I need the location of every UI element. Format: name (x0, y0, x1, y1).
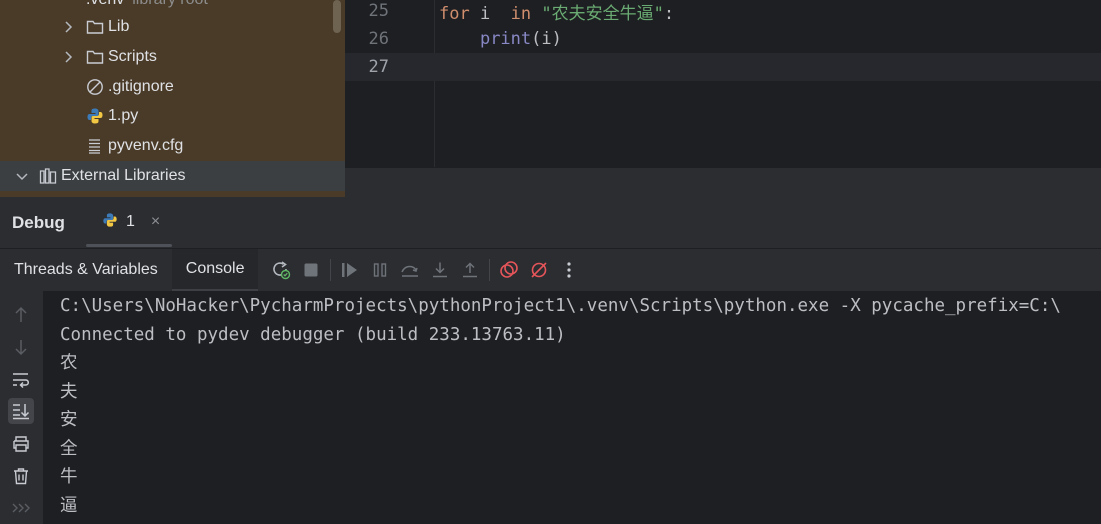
code-line-26[interactable]: 26 print(i) (345, 25, 1101, 53)
toolbar-separator (489, 259, 491, 281)
tab-console[interactable]: Console (171, 249, 259, 291)
run-tab-label: 1 (126, 213, 135, 230)
pause-icon[interactable] (365, 255, 395, 285)
tree-item-label: 1.py (108, 107, 139, 124)
tree-item-gitignore[interactable]: .gitignore (86, 72, 174, 102)
tree-item-scripts[interactable]: Scripts (60, 42, 157, 72)
console-line: 牛 (60, 467, 78, 487)
console-line: 夫 (60, 382, 78, 402)
line-number: 27 (368, 57, 389, 77)
trash-icon[interactable] (8, 463, 34, 489)
ignore-file-icon (86, 78, 108, 96)
line-number: 26 (368, 29, 389, 49)
tree-item-label: .gitignore (108, 78, 174, 95)
step-over-icon[interactable] (395, 255, 425, 285)
stop-icon[interactable] (296, 255, 326, 285)
tree-item-external-libraries[interactable]: External Libraries (0, 161, 345, 191)
console-line: 安 (60, 410, 78, 430)
code-editor[interactable]: 25 for i in "农夫安全牛逼": 26 print(i) 27 (345, 0, 1101, 197)
resume-icon[interactable] (335, 255, 365, 285)
debug-tool-window-header: Debug 1 × (0, 197, 1101, 249)
arrow-up-icon[interactable] (8, 302, 34, 328)
console-output[interactable]: C:\Users\NoHacker\PycharmProjects\python… (44, 291, 1101, 524)
venv-label: .venv (86, 0, 124, 9)
print-icon[interactable] (8, 431, 34, 457)
line-number: 25 (368, 1, 389, 21)
tree-item-label: External Libraries (61, 167, 186, 184)
python-icon (102, 212, 118, 233)
folder-icon (86, 18, 108, 36)
mute-breakpoints-icon[interactable] (524, 255, 554, 285)
soft-wrap-icon[interactable] (8, 367, 34, 393)
tree-scrollbar[interactable] (333, 0, 341, 33)
debug-title: Debug (12, 213, 65, 232)
toolbar-separator (330, 259, 332, 281)
editor-breadcrumb-bar (345, 167, 1101, 197)
code-text: print(i) (479, 29, 562, 49)
chevron-right-icon[interactable] (60, 51, 76, 63)
tree-item-pyvenv-cfg[interactable]: pyvenv.cfg (86, 131, 183, 161)
step-out-icon[interactable] (455, 255, 485, 285)
chevron-right-icon[interactable] (60, 21, 76, 33)
tree-item-label: pyvenv.cfg (108, 137, 184, 154)
library-icon (39, 167, 61, 185)
tree-item-label: Lib (108, 18, 130, 35)
project-tree: .venv library root Lib Scripts .gitignor… (0, 0, 345, 197)
code-line-25[interactable]: 25 for i in "农夫安全牛逼": (345, 0, 1101, 25)
tree-item-label: Scripts (108, 48, 157, 65)
more-chevrons-icon[interactable] (8, 495, 34, 521)
more-options-icon[interactable] (554, 255, 584, 285)
code-line-27[interactable]: 27 (345, 53, 1101, 81)
chevron-down-icon[interactable] (14, 171, 30, 181)
step-into-icon[interactable] (425, 255, 455, 285)
view-breakpoints-icon[interactable] (494, 255, 524, 285)
console-line: Connected to pydev debugger (build 233.1… (60, 325, 566, 345)
close-icon[interactable]: × (151, 213, 160, 231)
arrow-down-icon[interactable] (8, 334, 34, 360)
python-file-icon (86, 107, 108, 125)
tree-item-lib[interactable]: Lib (60, 12, 129, 42)
config-file-icon (86, 137, 108, 155)
code-text: for i in "农夫安全牛逼": (439, 3, 675, 24)
console-line: 农 (60, 353, 78, 373)
console-side-toolbar (0, 291, 44, 524)
run-tab[interactable]: 1 × (86, 197, 172, 247)
library-root-note: library root (132, 0, 208, 9)
rerun-icon[interactable] (266, 255, 296, 285)
debug-toolbar: Threads & Variables Console (0, 249, 1101, 291)
run-tab-indicator (86, 244, 172, 247)
scroll-to-end-icon[interactable] (8, 398, 34, 424)
tab-threads-variables[interactable]: Threads & Variables (0, 249, 172, 291)
console-line: 逼 (60, 496, 78, 516)
console-line: C:\Users\NoHacker\PycharmProjects\python… (60, 296, 1061, 316)
tree-item-1py[interactable]: 1.py (86, 101, 138, 131)
folder-icon (86, 48, 108, 66)
console-line: 全 (60, 439, 78, 459)
